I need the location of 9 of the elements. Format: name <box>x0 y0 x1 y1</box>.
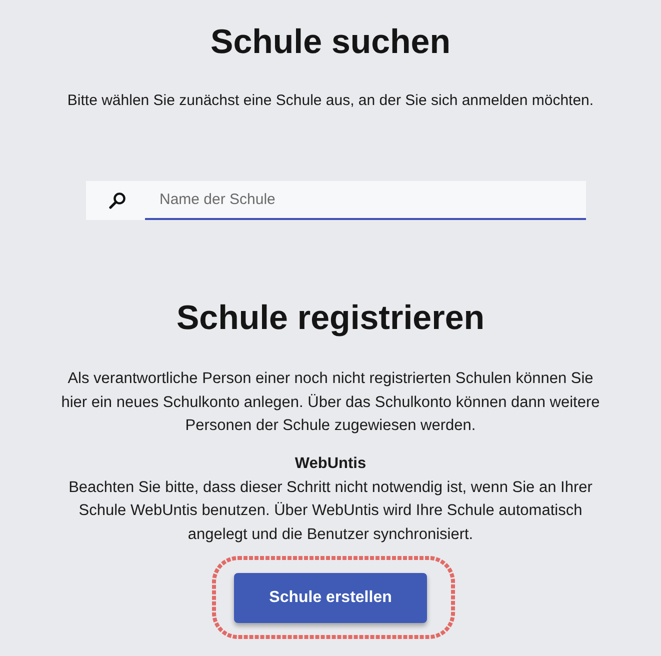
note-title: WebUntis <box>294 454 366 474</box>
search-field[interactable]: Name der Schule <box>86 181 586 220</box>
description-text: Als verantwortliche Person einer noch nicht registrierten Schulen können Sie hier ein neues Schulkonto anlegen. Über das Schulkonto können dann weitere Personen der Schule zugewiesen werden. <box>60 369 601 436</box>
section-title: Schule registrieren <box>176 298 484 339</box>
instruction-text: Bitte wählen Sie zunächst eine Schule aus, an der Sie sich anmelden möchten. <box>67 91 594 111</box>
page-title: Schule suchen <box>210 22 450 63</box>
note-text: Beachten Sie bitte, dass dieser Schritt nicht notwendig ist, wenn Sie an Ihrer Schule WebUntis benutzen. Über WebUntis wird Ihre Schule automatisch angelegt und die Benutzer synchronisiert. <box>68 478 594 544</box>
search-icon <box>108 192 126 209</box>
create-school-button[interactable]: Schule erstellen <box>234 573 427 623</box>
